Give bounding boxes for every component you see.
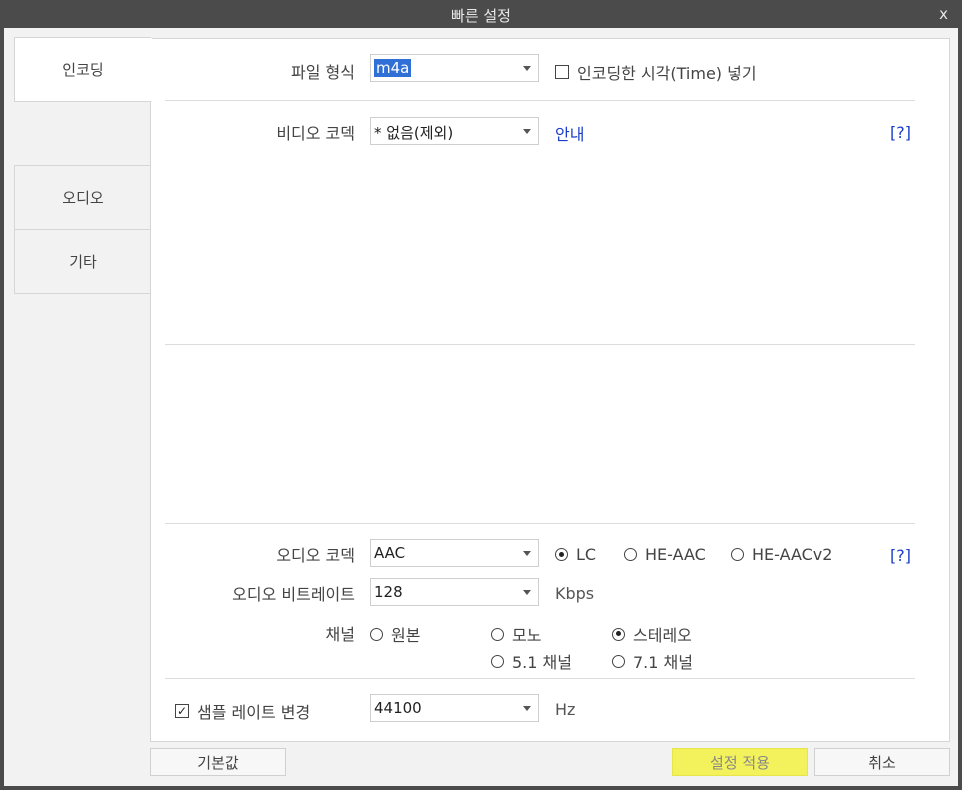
- defaults-button-label: 기본값: [197, 753, 239, 772]
- profile-he-aacv2-radio[interactable]: HE-AACv2: [731, 545, 832, 564]
- audio-bitrate-label: 오디오 비트레이트: [232, 585, 355, 604]
- audio-help-link[interactable]: [?]: [890, 546, 911, 565]
- channel-5-1-label: 5.1 채널: [512, 653, 572, 672]
- sample-rate-select[interactable]: 44100: [370, 694, 539, 722]
- sample-rate-checkbox[interactable]: ✓ 샘플 레이트 변경: [175, 699, 310, 723]
- tab-encoding-label: 인코딩: [62, 61, 104, 79]
- tab-other[interactable]: 기타: [14, 229, 152, 294]
- radio-icon: [370, 627, 383, 641]
- file-format-label: 파일 형식: [291, 63, 355, 82]
- radio-icon: [491, 654, 504, 668]
- close-button[interactable]: x: [939, 5, 948, 23]
- channel-5-1-radio[interactable]: 5.1 채널: [491, 649, 572, 673]
- apply-button[interactable]: 설정 적용: [672, 748, 808, 776]
- channel-label: 채널: [325, 625, 355, 644]
- video-codec-label: 비디오 코덱: [276, 124, 355, 143]
- tab-other-label: 기타: [69, 253, 97, 271]
- chevron-down-icon: [523, 66, 531, 71]
- profile-he-aacv2-label: HE-AACv2: [752, 545, 833, 564]
- radio-selected-icon: [555, 548, 568, 561]
- chevron-down-icon: [523, 129, 531, 134]
- apply-button-label: 설정 적용: [710, 753, 770, 772]
- radio-icon: [624, 548, 637, 561]
- chevron-down-icon: [523, 551, 531, 556]
- channel-stereo-radio[interactable]: 스테레오: [612, 622, 692, 646]
- cancel-button-label: 취소: [868, 753, 896, 772]
- file-format-value: m4a: [374, 59, 412, 77]
- audio-codec-label: 오디오 코덱: [276, 546, 355, 565]
- title-bar: 빠른 설정 x: [0, 0, 962, 28]
- channel-mono-label: 모노: [512, 626, 542, 645]
- file-format-select[interactable]: m4a: [370, 54, 539, 82]
- radio-selected-icon: [612, 627, 625, 641]
- tab-encoding[interactable]: 인코딩: [14, 37, 152, 102]
- cancel-button[interactable]: 취소: [814, 748, 950, 776]
- divider: [165, 523, 915, 524]
- tab-audio-label: 오디오: [62, 189, 104, 207]
- bitrate-unit: Kbps: [555, 584, 595, 603]
- dialog-client: 인코딩 오디오 기타 파일 형식 m4a 인코딩한 시각(Time) 넣기 비디…: [4, 28, 958, 786]
- tab-audio[interactable]: 오디오: [14, 165, 152, 230]
- profile-lc-label: LC: [576, 545, 597, 564]
- radio-icon: [612, 654, 625, 668]
- encoding-panel: 파일 형식 m4a 인코딩한 시각(Time) 넣기 비디오 코덱 * 없음(제…: [150, 38, 950, 742]
- divider: [165, 344, 915, 345]
- radio-icon: [491, 627, 504, 641]
- channel-original-radio[interactable]: 원본: [370, 622, 420, 646]
- channel-mono-radio[interactable]: 모노: [491, 622, 541, 646]
- sample-rate-value: 44100: [374, 699, 422, 717]
- video-guide-link[interactable]: 안내: [555, 121, 584, 145]
- profile-he-aac-label: HE-AAC: [645, 545, 706, 564]
- dialog-window: 빠른 설정 x 인코딩 오디오 기타 파일 형식 m4a 인코딩한 시각(Tim…: [0, 0, 962, 790]
- video-codec-value: * 없음(제외): [374, 124, 454, 142]
- sample-rate-label: 샘플 레이트 변경: [197, 703, 311, 722]
- sample-rate-unit: Hz: [555, 700, 576, 719]
- insert-time-label: 인코딩한 시각(Time) 넣기: [577, 64, 757, 83]
- audio-codec-select[interactable]: AAC: [370, 539, 539, 567]
- video-codec-select[interactable]: * 없음(제외): [370, 117, 539, 145]
- channel-7-1-label: 7.1 채널: [633, 653, 693, 672]
- video-help-link[interactable]: [?]: [890, 123, 911, 142]
- window-title: 빠른 설정: [451, 7, 511, 25]
- channel-original-label: 원본: [391, 626, 421, 645]
- audio-bitrate-select[interactable]: 128: [370, 578, 539, 606]
- channel-7-1-radio[interactable]: 7.1 채널: [612, 649, 693, 673]
- audio-bitrate-value: 128: [374, 583, 403, 601]
- profile-he-aac-radio[interactable]: HE-AAC: [624, 545, 706, 564]
- chevron-down-icon: [523, 590, 531, 595]
- divider: [165, 678, 915, 679]
- check-icon: ✓: [175, 704, 189, 718]
- channel-stereo-label: 스테레오: [633, 626, 692, 645]
- insert-time-checkbox[interactable]: 인코딩한 시각(Time) 넣기: [555, 60, 757, 84]
- profile-lc-radio[interactable]: LC: [555, 545, 596, 564]
- chevron-down-icon: [523, 706, 531, 711]
- radio-icon: [731, 548, 744, 561]
- defaults-button[interactable]: 기본값: [150, 748, 286, 776]
- divider: [165, 100, 915, 101]
- checkbox-icon: [555, 65, 569, 79]
- audio-codec-value: AAC: [374, 544, 406, 562]
